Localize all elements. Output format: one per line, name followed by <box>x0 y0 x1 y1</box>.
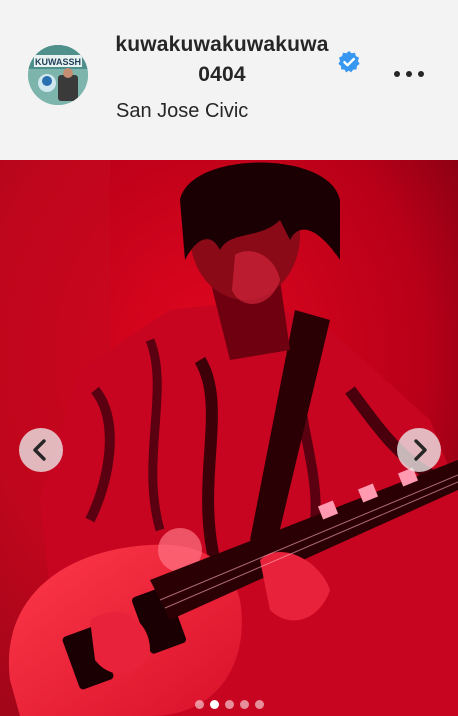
chevron-left-icon <box>33 439 46 461</box>
username[interactable]: kuwakuwakuwakuwa0404 <box>112 30 332 90</box>
carousel-dot-active <box>209 700 219 709</box>
previous-slide-button[interactable] <box>19 428 63 472</box>
chevron-right-icon <box>414 439 427 461</box>
location-link[interactable]: San Jose Civic <box>116 100 248 123</box>
carousel-dot <box>194 700 204 709</box>
carousel-indicator <box>0 700 458 712</box>
carousel-dot <box>224 700 234 709</box>
post-photo[interactable] <box>0 160 458 716</box>
more-options-icon[interactable] <box>392 62 426 86</box>
avatar[interactable]: KUWASSH <box>28 45 88 105</box>
avatar-logo-text: KUWASSH <box>35 57 81 67</box>
verified-badge-icon <box>337 50 361 74</box>
carousel-dot <box>239 700 249 709</box>
post-header: KUWASSH kuwakuwakuwakuwa0404 San Jose Ci… <box>0 0 458 160</box>
carousel-dot <box>254 700 264 709</box>
next-slide-button[interactable] <box>397 428 441 472</box>
